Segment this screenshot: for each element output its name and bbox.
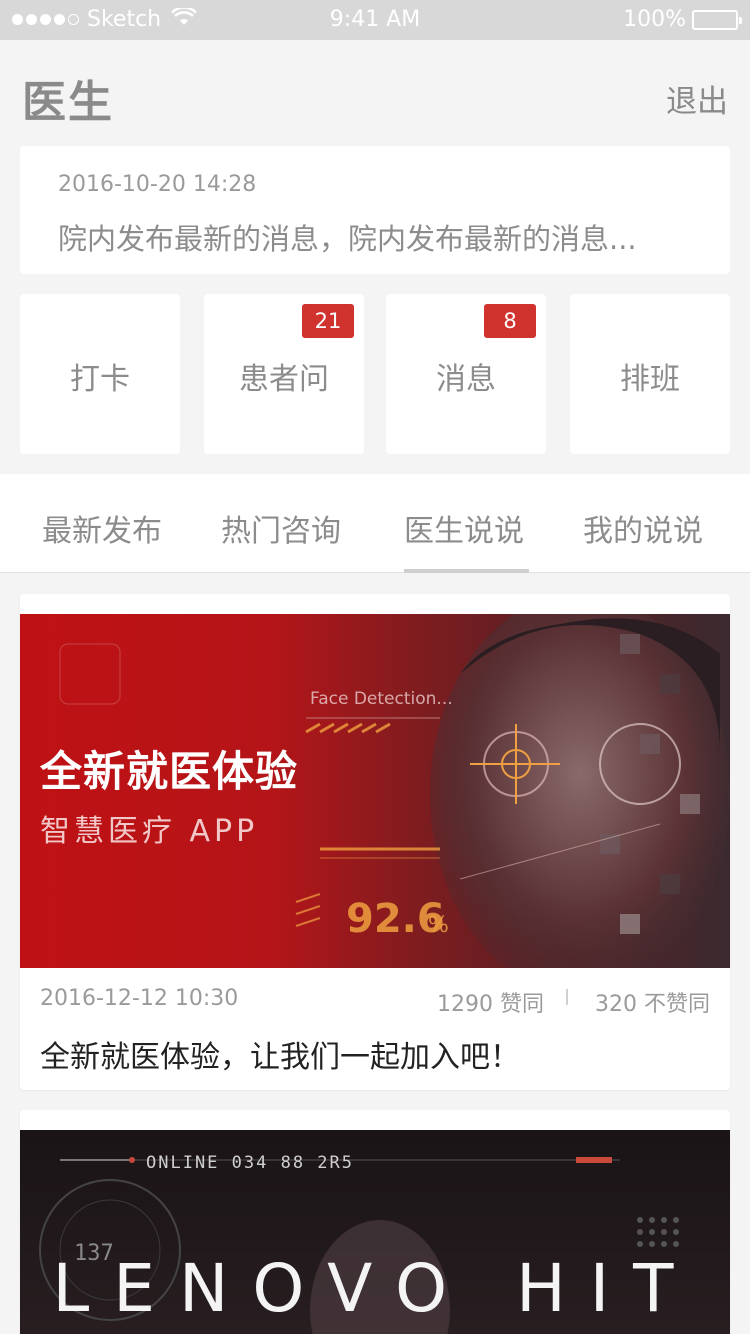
tile-schedule[interactable]: 排班 xyxy=(570,294,730,454)
tile-checkin[interactable]: 打卡 xyxy=(20,294,180,454)
notice-time: 2016-10-20 14:28 xyxy=(58,172,257,197)
tab-bar: 最新发布 热门咨询 医生说说 我的说说 xyxy=(0,474,750,573)
tile-messages[interactable]: 8 消息 xyxy=(386,294,546,454)
like-count[interactable]: 1290 赞同 xyxy=(437,986,544,1018)
notice-text: 院内发布最新的消息，院内发布最新的消息... xyxy=(58,222,637,256)
banner-title: LENOVO HIT xyxy=(52,1250,698,1327)
banner-overlay-label: Face Detection... xyxy=(310,689,453,709)
quick-tiles: 打卡 21 患者问 8 消息 排班 xyxy=(20,294,730,454)
status-right: 100% xyxy=(623,7,742,32)
count-badge: 21 xyxy=(302,304,354,338)
active-tab-indicator xyxy=(404,569,529,573)
battery-percent: 100% xyxy=(623,7,686,32)
hud-label: ONLINE 034 88 2R5 xyxy=(146,1153,354,1173)
header: 医生 退出 xyxy=(0,40,750,146)
dislike-count[interactable]: 320 不赞同 xyxy=(595,986,710,1018)
banner-title: 全新就医体验 xyxy=(40,747,299,796)
page-title: 医生 xyxy=(22,77,114,128)
post-date: 2016-12-12 10:30 xyxy=(40,986,239,1011)
post-text: 全新就医体验，让我们一起加入吧！ xyxy=(40,1040,520,1075)
feed-card[interactable]: ONLINE 034 88 2R5 137 LENOVO HIT xyxy=(20,1110,730,1334)
status-bar: Sketch 9:41 AM 100% xyxy=(0,0,750,40)
tile-patient-questions[interactable]: 21 患者问 xyxy=(204,294,364,454)
banner-image: Face Detection... 92.6 % 全新就医体验 智慧医疗 APP xyxy=(20,614,730,968)
divider xyxy=(566,989,568,1005)
notice-card[interactable]: 2016-10-20 14:28 院内发布最新的消息，院内发布最新的消息... xyxy=(20,146,730,274)
tile-label: 排班 xyxy=(620,362,680,397)
tab-my-posts[interactable]: 我的说说 xyxy=(583,506,703,550)
tile-label: 患者问 xyxy=(239,362,329,397)
count-badge: 8 xyxy=(484,304,536,338)
tab-latest[interactable]: 最新发布 xyxy=(42,506,162,550)
banner-subtitle: 智慧医疗 APP xyxy=(40,814,259,849)
battery-icon xyxy=(692,9,742,30)
feed-card[interactable]: Face Detection... 92.6 % 全新就医体验 智慧医疗 APP… xyxy=(20,594,730,1090)
tile-label: 打卡 xyxy=(70,362,130,397)
banner-score-unit: % xyxy=(428,913,449,938)
tab-doctor-posts[interactable]: 医生说说 xyxy=(404,506,524,550)
tab-popular[interactable]: 热门咨询 xyxy=(221,506,341,550)
logout-button[interactable]: 退出 xyxy=(666,76,728,121)
banner-image: ONLINE 034 88 2R5 137 LENOVO HIT xyxy=(20,1130,730,1334)
tile-label: 消息 xyxy=(436,362,496,397)
